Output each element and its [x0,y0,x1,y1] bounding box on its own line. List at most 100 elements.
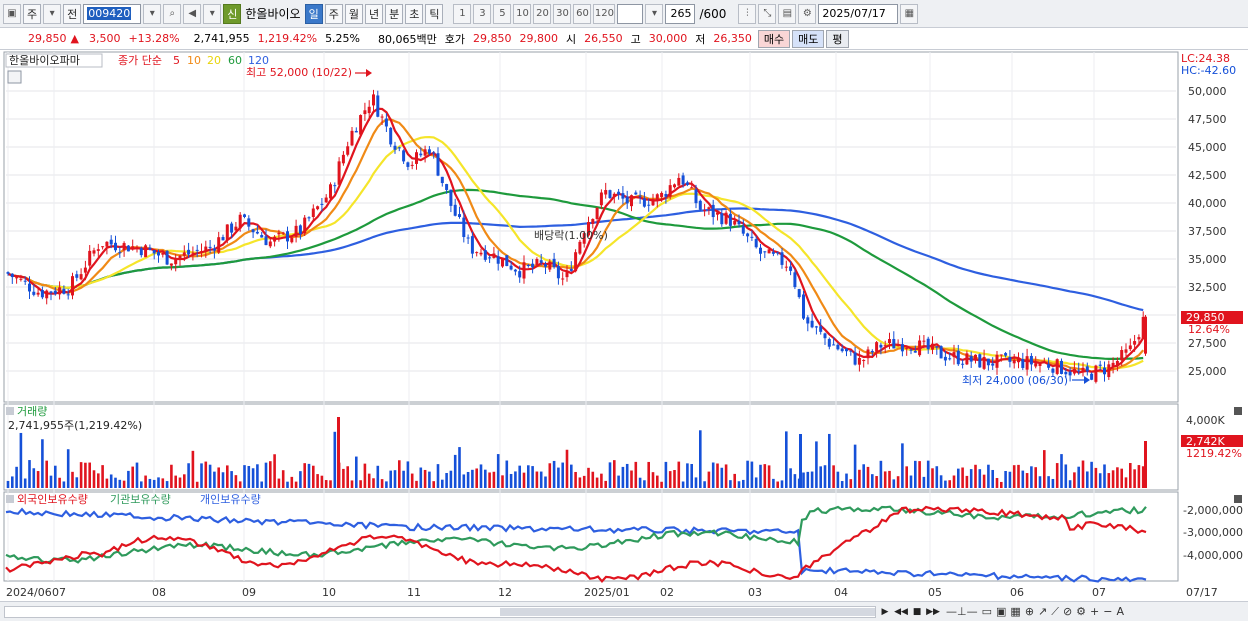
volume-bar [522,472,526,488]
gear-icon[interactable]: ⚙ [798,3,817,24]
volume-bar [251,468,255,488]
date-input[interactable]: 2025/07/17 [818,3,899,24]
candle-body [195,249,199,251]
ruler-icon[interactable]: ⟋ [1051,605,1059,619]
candle-body [268,241,272,247]
volume-bar [690,463,693,488]
interval-120[interactable]: 120 [593,3,616,24]
holdings-panel-icon [6,495,14,503]
candle-body [746,233,750,237]
stock-chart[interactable]: 한올바이오파마 종가 단순 5 10 20 60 120 LC:24.38 HC… [0,51,1248,601]
volume-bar [148,478,152,488]
candle-body [1115,360,1119,366]
chevron-down-icon[interactable]: ▾ [203,3,222,24]
fast-forward-icon[interactable]: ▶▶ [926,605,940,619]
volume-bar [1051,478,1055,488]
calendar-icon[interactable]: ▦ [900,3,919,24]
zoom-slider-icon[interactable]: —⊥— [946,605,978,619]
volume-bar [918,461,921,488]
volume-bar [514,471,517,488]
period-day[interactable]: 일 [304,3,323,24]
candle-body [913,350,917,353]
candle-body [840,348,844,352]
scroll-thumb[interactable] [500,607,875,616]
candle-body [647,204,651,206]
search-icon[interactable]: ⌕ [163,3,182,24]
settings-icon[interactable]: ⚙ [1076,605,1086,619]
type-selector[interactable]: 주 [23,3,42,24]
volume-bar [131,466,134,488]
price-tick-label: 37,500 [1188,225,1227,238]
interval-3[interactable]: 3 [473,3,492,24]
period-year[interactable]: 년 [364,3,384,24]
chevron-down-icon[interactable]: ▾ [645,3,664,24]
trend-icon[interactable]: ↗ [1038,605,1047,619]
volume-bar [638,477,642,488]
volume-bar [36,471,40,488]
count-input[interactable]: 265 [665,3,696,24]
candle-body [406,162,410,167]
volume-bar [157,477,160,488]
x-tick-label: 08 [152,586,166,599]
volume-bar [987,464,990,488]
volume-bar [479,464,483,488]
candle-body [1107,364,1111,378]
volume-bar [62,481,66,488]
prev-button[interactable]: 전 [63,3,82,24]
period-tick[interactable]: 틱 [425,3,444,24]
period-second[interactable]: 초 [405,3,424,24]
chart-menu-icon[interactable]: ▣ [3,3,21,24]
layout-icon[interactable]: ▭ [982,605,992,619]
zoom-in-icon[interactable]: + [1090,605,1099,619]
interval-20[interactable]: 20 [533,3,552,24]
buy-button[interactable]: 매수 [757,29,791,48]
price-tick-label: 32,500 [1188,281,1227,294]
chevron-down-icon[interactable]: ▾ [143,3,162,24]
interval-custom-input[interactable] [617,3,644,24]
chart-area[interactable]: 한올바이오파마 종가 단순 5 10 20 60 120 LC:24.38 HC… [0,51,1248,601]
interval-10[interactable]: 10 [513,3,532,24]
volume-bar [604,480,607,488]
interval-1[interactable]: 1 [453,3,472,24]
ma10-label: 10 [187,54,201,67]
volume-bar [720,467,724,488]
crosshair-icon[interactable]: ⊕ [1025,605,1034,619]
period-week[interactable]: 주 [324,3,343,24]
candle-type-icon[interactable]: ⫶ [738,3,757,24]
candle-body [144,245,148,258]
volume-bar [277,478,281,488]
candle-body [114,242,117,251]
volume-bar [269,461,272,488]
grid-icon[interactable]: ▦ [1010,605,1020,619]
speaker-icon[interactable]: ◀ [183,3,202,24]
rewind-icon[interactable]: ◀◀ [894,605,908,619]
period-month[interactable]: 월 [344,3,363,24]
stop-icon[interactable]: ■ [910,605,924,619]
horizontal-scrollbar[interactable] [4,605,876,618]
play-icon[interactable]: ▶ [878,605,892,619]
save-icon[interactable]: ▤ [778,3,797,24]
shape-icon[interactable]: ⊘ [1063,605,1072,619]
sell-button[interactable]: 매도 [792,29,825,48]
chevron-down-icon[interactable]: ▾ [43,3,62,24]
volume-bar [965,475,969,488]
compare-icon[interactable]: ▣ [996,605,1006,619]
volume-bar [733,473,736,488]
candle-body [475,252,479,254]
interval-60[interactable]: 60 [573,3,592,24]
volume-panel-icon [6,407,14,415]
draw-tool-icon[interactable]: ⤡ [758,3,777,24]
period-minute[interactable]: 분 [385,3,404,24]
interval-30[interactable]: 30 [553,3,572,24]
text-icon[interactable]: A [1116,605,1124,619]
interval-5[interactable]: 5 [493,3,512,24]
zoom-out-icon[interactable]: − [1103,605,1112,619]
volume-bar [1055,463,1059,488]
candle-body [316,206,320,210]
candle-body [75,274,79,278]
eval-button[interactable]: 평 [826,29,849,48]
stock-code-input[interactable]: 009420 [83,3,142,24]
candle-body [642,198,646,207]
candle-body [1133,341,1137,345]
candle-body [827,339,831,347]
